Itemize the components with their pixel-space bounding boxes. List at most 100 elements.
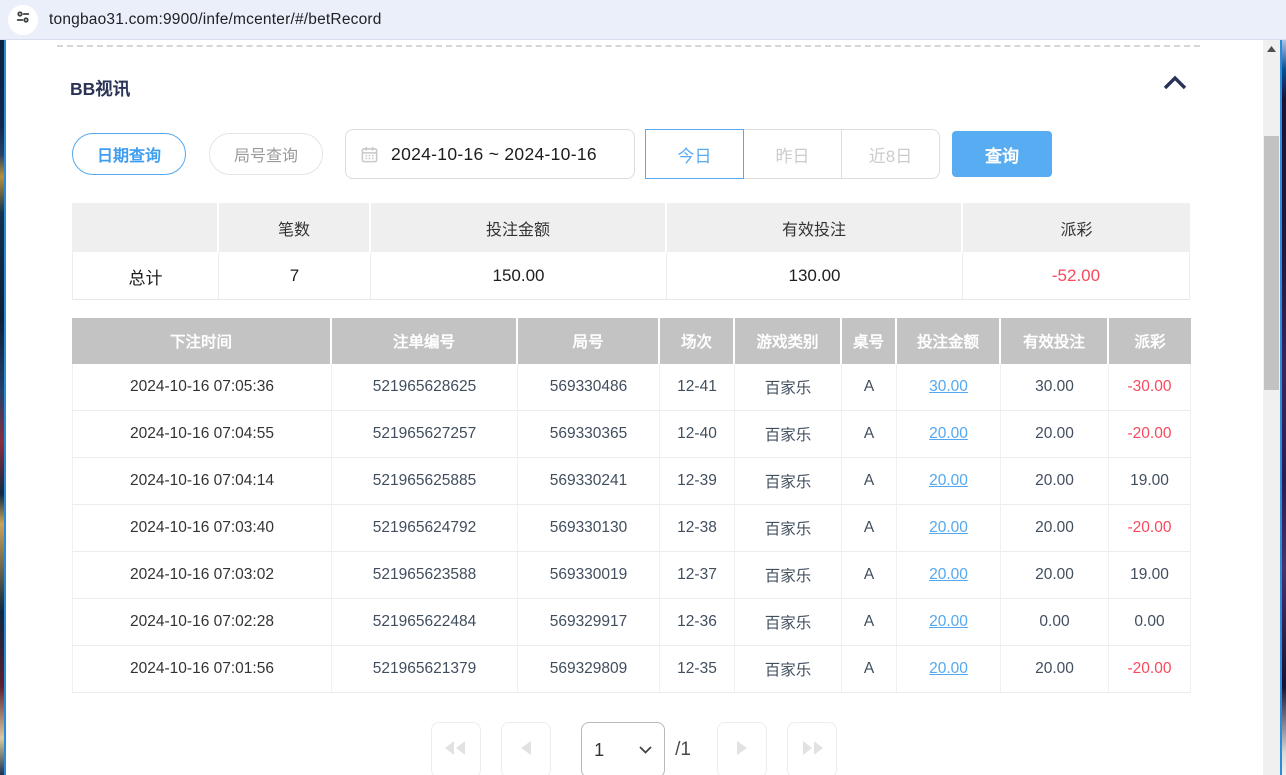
table-row: 2024-10-16 07:04:55 521965627257 5693303… — [72, 411, 1191, 458]
cell-bet-amount-link[interactable]: 30.00 — [897, 364, 1001, 411]
cell-table-no: A — [842, 552, 897, 599]
summary-header-empty — [72, 203, 219, 252]
cell-bet-time: 2024-10-16 07:03:40 — [72, 505, 332, 552]
cell-round-id: 569330130 — [518, 505, 660, 552]
today-button[interactable]: 今日 — [645, 129, 744, 179]
summary-bet-amount-value: 150.00 — [371, 252, 667, 300]
scrollbar-up-arrow[interactable] — [1263, 40, 1280, 57]
table-header-row: 下注时间 注单编号 局号 场次 游戏类别 桌号 投注金额 有效投注 派彩 — [72, 318, 1191, 364]
cell-bet-time: 2024-10-16 07:04:55 — [72, 411, 332, 458]
tune-icon — [15, 9, 31, 30]
cell-table-no: A — [842, 458, 897, 505]
yesterday-button[interactable]: 昨日 — [743, 129, 842, 179]
cell-payout: -20.00 — [1109, 505, 1191, 552]
bet-record-panel: BB视讯 日期查询 局号查询 2024-10-16 ~ 2024-10-1 — [6, 40, 1262, 775]
last8days-button[interactable]: 近8日 — [841, 129, 940, 179]
cell-round-id: 569329917 — [518, 599, 660, 646]
table-row: 2024-10-16 07:03:02 521965623588 5693300… — [72, 552, 1191, 599]
round-query-tab[interactable]: 局号查询 — [209, 133, 323, 175]
summary-header-bet-amount: 投注金额 — [371, 203, 667, 252]
right-arrow-icon — [736, 741, 747, 760]
header-table-no: 桌号 — [842, 318, 897, 364]
table-row: 2024-10-16 07:02:28 521965622484 5693299… — [72, 599, 1191, 646]
collapse-section-button[interactable] — [1160, 73, 1190, 97]
cell-bet-time: 2024-10-16 07:05:36 — [72, 364, 332, 411]
summary-header-row: 笔数 投注金额 有效投注 派彩 — [72, 203, 1190, 252]
cell-payout: 19.00 — [1109, 458, 1191, 505]
cell-session: 12-35 — [660, 646, 735, 693]
cell-payout: -20.00 — [1109, 411, 1191, 458]
cell-payout: 19.00 — [1109, 552, 1191, 599]
cell-valid-bet: 20.00 — [1001, 552, 1109, 599]
cell-table-no: A — [842, 599, 897, 646]
cell-table-no: A — [842, 646, 897, 693]
cell-bet-amount-link[interactable]: 20.00 — [897, 599, 1001, 646]
table-row: 2024-10-16 07:01:56 521965621379 5693298… — [72, 646, 1191, 693]
cell-bet-amount-link[interactable]: 20.00 — [897, 458, 1001, 505]
calendar-icon — [360, 145, 379, 164]
cell-session: 12-40 — [660, 411, 735, 458]
cell-bet-time: 2024-10-16 07:01:56 — [72, 646, 332, 693]
date-range-picker[interactable]: 2024-10-16 ~ 2024-10-16 — [345, 129, 635, 179]
cell-payout: -30.00 — [1109, 364, 1191, 411]
header-session: 场次 — [660, 318, 735, 364]
cell-game-type: 百家乐 — [735, 505, 842, 552]
left-arrow-icon — [521, 741, 532, 760]
cell-table-no: A — [842, 411, 897, 458]
summary-total-row: 总计 7 150.00 130.00 -52.00 — [72, 252, 1190, 300]
cell-game-type: 百家乐 — [735, 458, 842, 505]
cell-session: 12-36 — [660, 599, 735, 646]
header-payout: 派彩 — [1109, 318, 1191, 364]
date-query-tab[interactable]: 日期查询 — [72, 133, 186, 175]
page-select[interactable]: 1 — [581, 722, 665, 775]
cell-valid-bet: 30.00 — [1001, 364, 1109, 411]
summary-payout-value: -52.00 — [963, 252, 1190, 300]
cell-valid-bet: 20.00 — [1001, 505, 1109, 552]
url-text[interactable]: tongbao31.com:9900/infe/mcenter/#/betRec… — [49, 11, 382, 29]
browser-scrollbar[interactable] — [1263, 40, 1280, 775]
header-bet-id: 注单编号 — [332, 318, 518, 364]
browser-address-bar[interactable]: tongbao31.com:9900/infe/mcenter/#/betRec… — [0, 0, 1286, 40]
last-page-button[interactable] — [787, 722, 837, 775]
bet-record-table: 下注时间 注单编号 局号 场次 游戏类别 桌号 投注金额 有效投注 派彩 202… — [72, 318, 1191, 693]
cell-game-type: 百家乐 — [735, 552, 842, 599]
summary-header-valid-bet: 有效投注 — [667, 203, 963, 252]
cell-valid-bet: 20.00 — [1001, 411, 1109, 458]
cell-bet-amount-link[interactable]: 20.00 — [897, 646, 1001, 693]
cell-game-type: 百家乐 — [735, 646, 842, 693]
header-game-type: 游戏类别 — [735, 318, 842, 364]
site-settings-button[interactable] — [8, 5, 38, 35]
header-round-id: 局号 — [518, 318, 660, 364]
previous-page-button[interactable] — [501, 722, 551, 775]
cell-bet-time: 2024-10-16 07:03:02 — [72, 552, 332, 599]
cell-valid-bet: 20.00 — [1001, 646, 1109, 693]
search-button[interactable]: 查询 — [952, 131, 1052, 177]
cell-bet-id: 521965624792 — [332, 505, 518, 552]
cell-bet-id: 521965621379 — [332, 646, 518, 693]
cell-bet-id: 521965622484 — [332, 599, 518, 646]
cell-round-id: 569330486 — [518, 364, 660, 411]
next-page-button[interactable] — [717, 722, 767, 775]
date-range-value: 2024-10-16 ~ 2024-10-16 — [391, 144, 597, 165]
table-body: 2024-10-16 07:05:36 521965628625 5693304… — [72, 364, 1191, 693]
cell-bet-id: 521965625885 — [332, 458, 518, 505]
cell-table-no: A — [842, 364, 897, 411]
dashed-divider — [57, 45, 1200, 47]
summary-header-payout: 派彩 — [963, 203, 1190, 252]
cell-round-id: 569330365 — [518, 411, 660, 458]
summary-table: 笔数 投注金额 有效投注 派彩 总计 7 150.00 130.00 -52.0… — [72, 203, 1190, 300]
cell-bet-amount-link[interactable]: 20.00 — [897, 505, 1001, 552]
cell-session: 12-38 — [660, 505, 735, 552]
header-valid-bet: 有效投注 — [1001, 318, 1109, 364]
scrollbar-thumb[interactable] — [1264, 136, 1279, 390]
summary-total-label: 总计 — [72, 252, 219, 300]
cell-payout: -20.00 — [1109, 646, 1191, 693]
cell-round-id: 569330019 — [518, 552, 660, 599]
header-bet-time: 下注时间 — [72, 318, 332, 364]
summary-count-value: 7 — [219, 252, 371, 300]
page-title: BB视讯 — [70, 76, 130, 101]
cell-bet-amount-link[interactable]: 20.00 — [897, 411, 1001, 458]
cell-bet-id: 521965628625 — [332, 364, 518, 411]
cell-bet-amount-link[interactable]: 20.00 — [897, 552, 1001, 599]
first-page-button[interactable] — [431, 722, 481, 775]
